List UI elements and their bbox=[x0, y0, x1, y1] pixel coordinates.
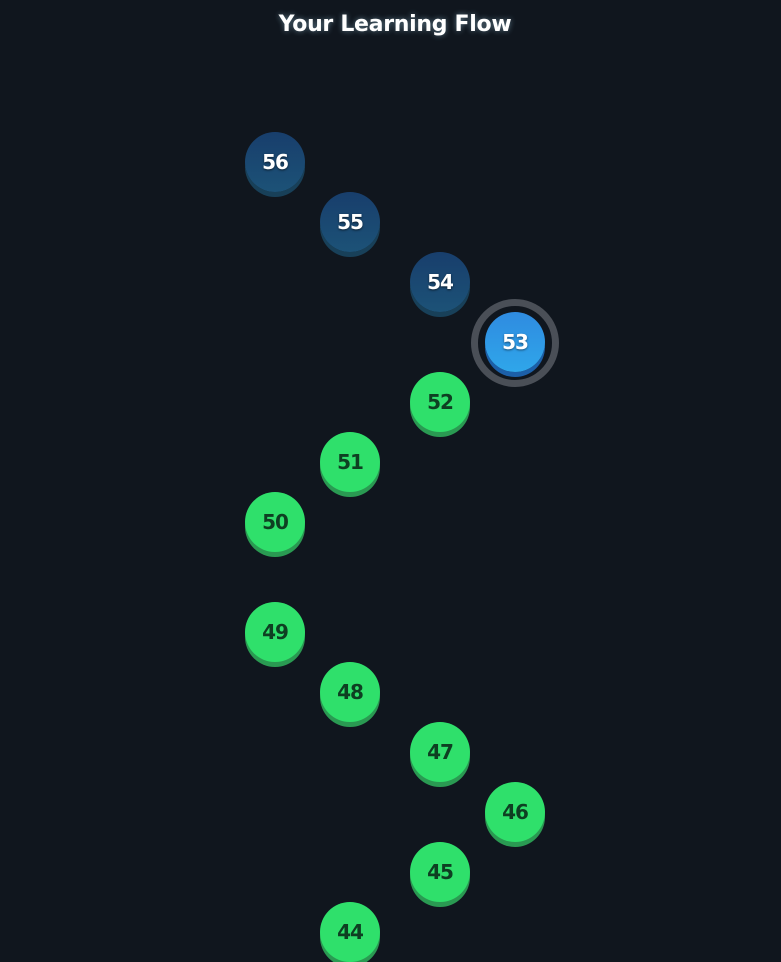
lesson-node-52[interactable]: 52 bbox=[410, 372, 470, 432]
lesson-node-50[interactable]: 50 bbox=[245, 492, 305, 552]
lesson-node-45[interactable]: 45 bbox=[410, 842, 470, 902]
lesson-node-48[interactable]: 48 bbox=[320, 662, 380, 722]
lesson-path: 56 55 54 53 52 51 50 49 48 47 46 45 44 bbox=[0, 0, 781, 962]
lesson-node-53[interactable]: 53 bbox=[485, 312, 545, 372]
lesson-node-44[interactable]: 44 bbox=[320, 902, 380, 962]
lesson-node-55[interactable]: 55 bbox=[320, 192, 380, 252]
lesson-node-54[interactable]: 54 bbox=[410, 252, 470, 312]
lesson-node-46[interactable]: 46 bbox=[485, 782, 545, 842]
lesson-node-56[interactable]: 56 bbox=[245, 132, 305, 192]
lesson-node-51[interactable]: 51 bbox=[320, 432, 380, 492]
lesson-node-49[interactable]: 49 bbox=[245, 602, 305, 662]
lesson-node-47[interactable]: 47 bbox=[410, 722, 470, 782]
